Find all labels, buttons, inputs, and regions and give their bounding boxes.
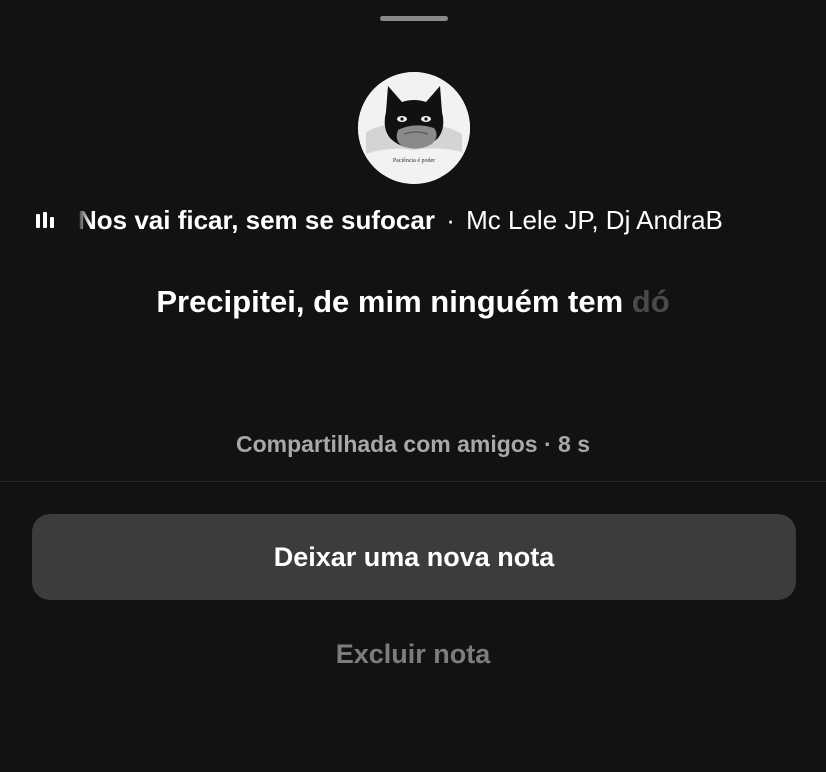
note-bottom-sheet: Paciência é poder Nos vai ficar, sem se … — [0, 0, 826, 772]
equalizer-icon — [36, 212, 56, 228]
lyric-visible: Precipitei, de mim ninguém tem — [156, 284, 624, 319]
drag-handle[interactable] — [380, 16, 448, 21]
music-row[interactable]: Nos vai ficar, sem se sufocar · Mc Lele … — [0, 200, 826, 240]
lyric-line: Precipitei, de mim ninguém tem dó — [0, 282, 826, 322]
song-title: Nos vai ficar, sem se sufocar — [78, 205, 435, 235]
avatar[interactable]: Paciência é poder — [358, 72, 470, 184]
song-separator: · — [446, 205, 455, 235]
divider — [0, 481, 826, 482]
song-artist: Mc Lele JP, Dj AndraB — [466, 205, 723, 235]
new-note-button[interactable]: Deixar uma nova nota — [32, 514, 796, 600]
song-marquee: Nos vai ficar, sem se sufocar · Mc Lele … — [76, 200, 796, 240]
shared-info: Compartilhada com amigos · 8 s — [235, 431, 591, 457]
delete-note-button[interactable]: Excluir nota — [230, 628, 596, 680]
cat-silhouette-avatar-icon — [358, 72, 470, 184]
lyric-fading: dó — [631, 284, 670, 319]
avatar-caption: Paciência é poder — [392, 158, 436, 164]
